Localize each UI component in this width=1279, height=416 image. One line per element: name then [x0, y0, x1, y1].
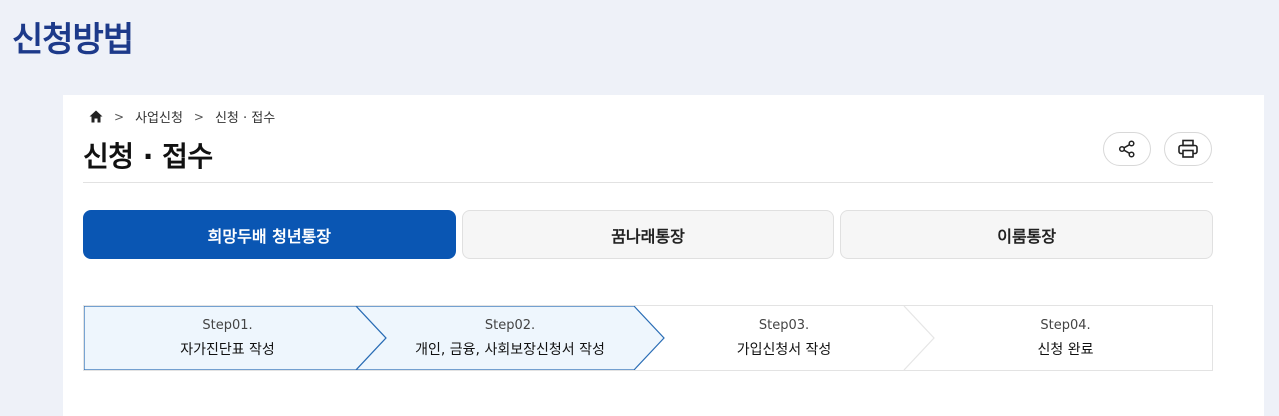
- share-icon: [1118, 140, 1135, 158]
- tab-dream-wing[interactable]: 꿈나래통장: [461, 210, 835, 259]
- step-4: Step04. 신청 완료: [919, 306, 1212, 370]
- home-icon[interactable]: [89, 110, 103, 123]
- breadcrumb-separator: >: [193, 109, 204, 124]
- step-number: Step02.: [484, 317, 536, 333]
- print-icon: [1178, 139, 1198, 158]
- breadcrumb: > 사업신청 > 신청 · 접수: [89, 107, 275, 126]
- step-3: Step03. 가입신청서 작성: [649, 306, 919, 370]
- content-panel: > 사업신청 > 신청 · 접수 신청 · 접수 희망두배 청년통장 꿈나래통장…: [63, 95, 1264, 416]
- step-label: 자가진단표 작성: [180, 341, 275, 358]
- step-label: 신청 완료: [1037, 341, 1094, 358]
- print-button[interactable]: [1164, 132, 1212, 166]
- step-1: Step01. 자가진단표 작성: [84, 306, 371, 370]
- tab-hope-double[interactable]: 희망두배 청년통장: [83, 210, 456, 259]
- tab-irum[interactable]: 이룸통장: [840, 210, 1214, 259]
- step-2: Step02. 개인, 금융, 사회보장신청서 작성: [371, 306, 649, 370]
- step-number: Step01.: [202, 317, 253, 333]
- step-label: 가입신청서 작성: [736, 341, 832, 358]
- step-number: Step03.: [758, 317, 810, 333]
- program-tabs: 희망두배 청년통장 꿈나래통장 이룸통장: [83, 210, 1214, 259]
- title-divider: [83, 182, 1213, 183]
- breadcrumb-item-current: 신청 · 접수: [214, 111, 276, 126]
- step-label: 개인, 금융, 사회보장신청서 작성: [415, 341, 605, 358]
- section-heading: 신청방법: [12, 20, 134, 60]
- breadcrumb-separator: >: [114, 109, 125, 124]
- page-title: 신청 · 접수: [83, 140, 213, 173]
- step-number: Step04.: [1040, 317, 1091, 333]
- breadcrumb-item-application[interactable]: 사업신청: [135, 107, 183, 126]
- share-button[interactable]: [1103, 132, 1151, 166]
- step-progress: Step01. 자가진단표 작성 Step02. 개인, 금융, 사회보장신청서…: [83, 305, 1213, 371]
